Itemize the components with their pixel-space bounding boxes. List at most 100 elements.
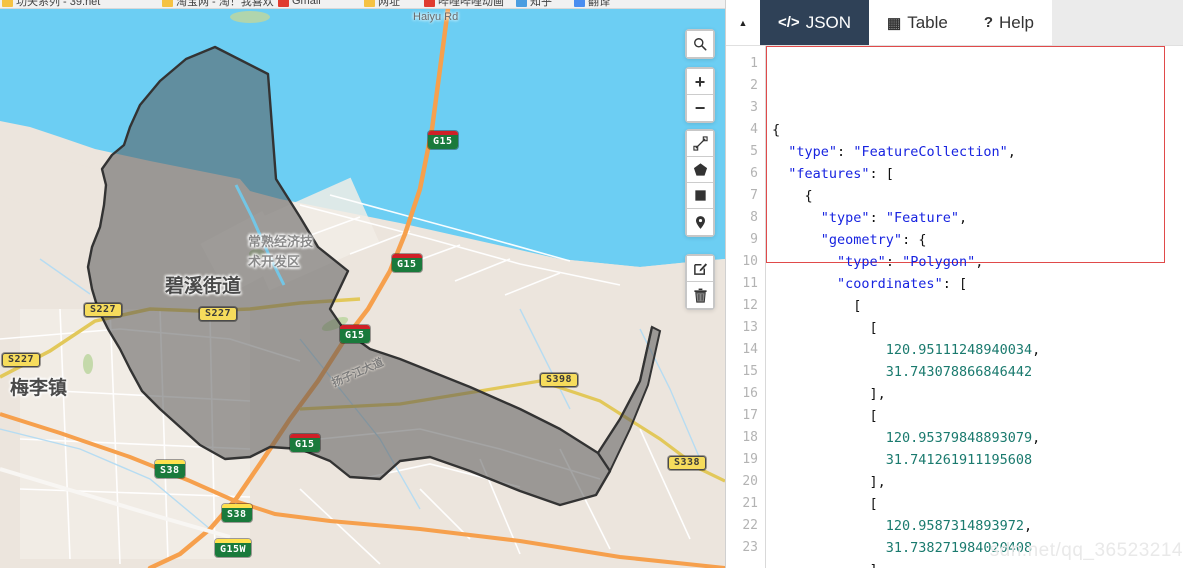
code-token-str: "Feature" — [885, 210, 959, 226]
code-token-num: 120.95111248940034 — [885, 342, 1033, 358]
road-shield-label: S227 — [8, 354, 35, 365]
code-token-punc: ], — [870, 562, 886, 568]
code-token-num: 31.738271984020408 — [885, 540, 1033, 556]
json-code-area[interactable]: { "type": "FeatureCollection", "features… — [766, 46, 1183, 568]
code-line[interactable]: ], — [772, 471, 1183, 493]
code-token-punc: : [ — [869, 166, 894, 182]
line-number: 20 — [742, 474, 758, 489]
draw-polygon-icon[interactable] — [687, 157, 713, 183]
line-number-gutter: 1 2 3 4 5 6 7 8 9 10 11 12 13 14 15 16 17 18 19 20 21 22 23 — [726, 46, 766, 568]
search-icon[interactable] — [687, 31, 713, 57]
code-line[interactable]: ], — [772, 559, 1183, 568]
tab-table[interactable]: ▦ Table — [869, 0, 966, 45]
bookmark-favicon — [574, 0, 585, 7]
road-shield-label: G15 — [290, 438, 320, 452]
search-icon-svg — [694, 38, 707, 51]
draw-rectangle-icon[interactable] — [687, 183, 713, 209]
bookmark-favicon — [424, 0, 435, 7]
line-number: 9 — [750, 232, 758, 247]
bookmark-label: 哔哩哔哩动画 — [438, 0, 504, 8]
line-number: 19 — [742, 452, 758, 467]
code-token-punc: ], — [869, 386, 886, 402]
code-line[interactable]: "coordinates": [ — [772, 273, 1183, 295]
code-line[interactable]: 31.741261911195608 — [772, 449, 1183, 471]
edit-layers-icon[interactable] — [687, 256, 713, 282]
bookmark-item[interactable]: Gmail — [278, 0, 321, 8]
line-number: 22 — [742, 518, 758, 533]
bookmark-item[interactable]: 知乎 — [516, 0, 552, 8]
line-number: 14 — [742, 342, 758, 357]
code-line[interactable]: 31.738271984020408 — [772, 537, 1183, 559]
line-number: 21 — [742, 496, 758, 511]
bookmark-item[interactable]: 网址 — [364, 0, 400, 8]
code-line[interactable]: [ — [772, 493, 1183, 515]
code-line[interactable]: { — [772, 185, 1183, 207]
code-token-punc: , — [1032, 342, 1041, 358]
code-token-key: "type" — [788, 144, 838, 160]
json-tab-label: JSON — [805, 12, 852, 32]
code-line[interactable]: "geometry": { — [772, 229, 1183, 251]
road-shield: G15 — [428, 131, 458, 149]
code-line[interactable]: [ — [772, 295, 1183, 317]
road-shield-label: S227 — [90, 304, 117, 315]
line-number: 5 — [750, 144, 758, 159]
bookmark-item[interactable]: 淘宝网 - 淘！我喜欢 — [162, 0, 274, 8]
bookmark-label: Gmail — [292, 0, 321, 7]
code-line[interactable]: ], — [772, 383, 1183, 405]
code-line[interactable]: "type": "Polygon", — [772, 251, 1183, 273]
menu-filler — [1052, 0, 1183, 45]
code-line[interactable]: 120.9587314893972, — [772, 515, 1183, 537]
zoom-out-button[interactable]: − — [687, 95, 713, 121]
road-shield: S227 — [199, 307, 238, 321]
code-token-num: 120.95379848893079 — [885, 430, 1033, 446]
code-token-key: "geometry" — [820, 232, 903, 248]
map-search-control[interactable] — [685, 29, 715, 59]
collapse-arrow-button[interactable]: ▲ — [726, 0, 760, 45]
draw-marker-icon[interactable] — [687, 209, 713, 235]
code-token-punc: : — [869, 210, 886, 226]
polygon-icon-svg — [693, 163, 707, 176]
bookmark-label: 功夫系列 - 39.net — [16, 0, 101, 8]
bookmark-item[interactable]: 功夫系列 - 39.net — [2, 0, 100, 8]
line-number: 6 — [750, 166, 758, 181]
map-zoom-control[interactable]: + − — [685, 67, 715, 123]
road-shield: S227 — [84, 303, 123, 317]
code-token-punc: [ — [869, 320, 878, 336]
tab-help[interactable]: ? Help — [965, 0, 1052, 45]
code-line[interactable]: [ — [772, 405, 1183, 427]
editor-tab-group: </> JSON ▦ Table? Help — [760, 0, 1052, 45]
code-token-punc: [ — [869, 408, 878, 424]
map-draw-toolbar[interactable] — [685, 129, 715, 237]
code-line[interactable]: [ — [772, 317, 1183, 339]
code-token-num: 31.743078866846442 — [885, 364, 1033, 380]
map-edit-toolbar[interactable] — [685, 254, 715, 310]
help-tab-icon: ? — [983, 14, 994, 31]
code-line[interactable]: 120.95111248940034, — [772, 339, 1183, 361]
code-line[interactable]: "type": "FeatureCollection", — [772, 141, 1183, 163]
line-number: 7 — [750, 188, 758, 203]
code-token-punc: , — [1023, 518, 1033, 534]
code-line[interactable]: { — [772, 119, 1183, 141]
code-line[interactable]: 31.743078866846442 — [772, 361, 1183, 383]
line-number: 15 — [742, 364, 758, 379]
code-line[interactable]: "type": "Feature", — [772, 207, 1183, 229]
code-line[interactable]: "features": [ — [772, 163, 1183, 185]
map-panel[interactable]: 碧溪街道 梅李镇 常熟经济技 术开发区 Haiyu Rd 扬子江大道 G15 G15 G15 G… — [0, 9, 725, 568]
bookmark-item[interactable]: 哔哩哔哩动画 — [424, 0, 504, 8]
delete-layers-icon[interactable] — [687, 282, 713, 308]
bookmark-item[interactable]: 翻译 — [574, 0, 610, 8]
code-token-punc: { — [804, 188, 813, 204]
tab-json[interactable]: </> JSON — [760, 0, 870, 45]
draw-polyline-icon[interactable] — [687, 131, 713, 157]
line-number: 8 — [750, 210, 758, 225]
trash-icon-svg — [693, 288, 707, 303]
zoom-in-button[interactable]: + — [687, 69, 713, 95]
code-line[interactable]: 120.95379848893079, — [772, 427, 1183, 449]
editor-body[interactable]: 1 2 3 4 5 6 7 8 9 10 11 12 13 14 15 16 17 18 19 20 21 22 23 { … — [726, 46, 1183, 568]
